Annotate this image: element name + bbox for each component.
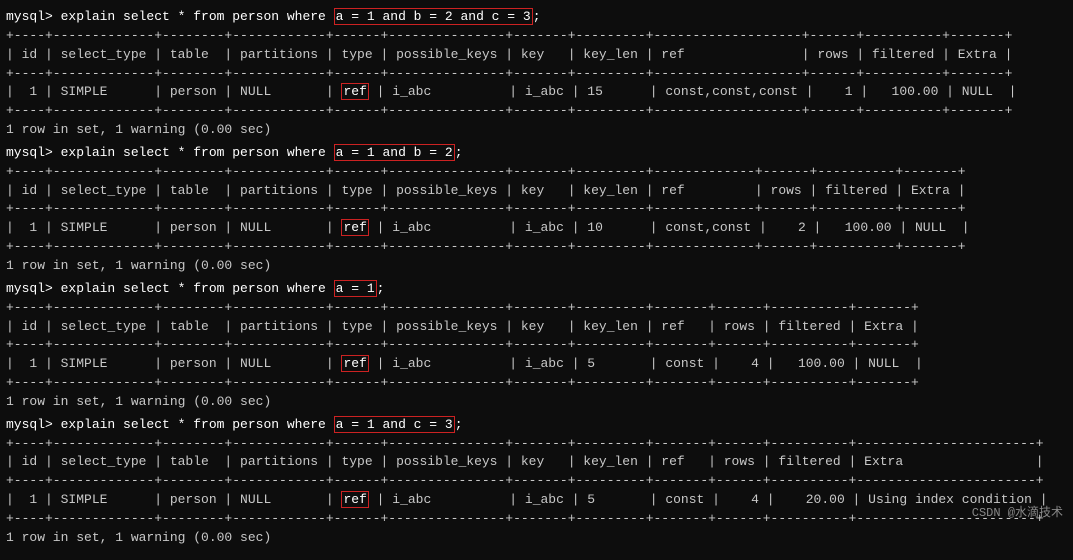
- prompt-text-2: mysql> explain select * from person wher…: [6, 145, 334, 160]
- row-post-4: | i_abc | i_abc | 5 | const | 4 | 20.00 …: [369, 492, 1048, 507]
- header-2: | id | select_type | table | partitions …: [6, 182, 1067, 201]
- row-post-3: | i_abc | i_abc | 5 | const | 4 | 100.00…: [369, 356, 923, 371]
- prompt-line-1: mysql> explain select * from person wher…: [6, 8, 1067, 27]
- highlight-condition-1: a = 1 and b = 2 and c = 3: [334, 8, 533, 25]
- result-4: 1 row in set, 1 warning (0.00 sec): [6, 529, 1067, 548]
- ref-2: ref: [341, 219, 368, 236]
- row-pre-3: | 1 | SIMPLE | person | NULL |: [6, 356, 341, 371]
- query-block-2: mysql> explain select * from person wher…: [6, 144, 1067, 276]
- highlight-condition-3: a = 1: [334, 280, 377, 297]
- prompt-end-4: ;: [455, 417, 463, 432]
- result-1: 1 row in set, 1 warning (0.00 sec): [6, 121, 1067, 140]
- row-post-1: | i_abc | i_abc | 15 | const,const,const…: [369, 84, 1017, 99]
- ref-3: ref: [341, 355, 368, 372]
- prompt-end-2: ;: [455, 145, 463, 160]
- row-pre-2: | 1 | SIMPLE | person | NULL |: [6, 220, 341, 235]
- row-pre-1: | 1 | SIMPLE | person | NULL |: [6, 84, 341, 99]
- highlight-condition-4: a = 1 and c = 3: [334, 416, 455, 433]
- prompt-end-1: ;: [533, 9, 541, 24]
- divider-top-1: +----+-------------+--------+-----------…: [6, 27, 1067, 46]
- divider-bot-3: +----+-------------+--------+-----------…: [6, 374, 1067, 393]
- result-3: 1 row in set, 1 warning (0.00 sec): [6, 393, 1067, 412]
- divider-bot-1: +----+-------------+--------+-----------…: [6, 102, 1067, 121]
- header-4: | id | select_type | table | partitions …: [6, 453, 1067, 472]
- query-block-4: mysql> explain select * from person wher…: [6, 416, 1067, 548]
- query-block-3: mysql> explain select * from person wher…: [6, 280, 1067, 412]
- divider-top-3: +----+-------------+--------+-----------…: [6, 299, 1067, 318]
- divider-bot-2: +----+-------------+--------+-----------…: [6, 238, 1067, 257]
- prompt-line-4: mysql> explain select * from person wher…: [6, 416, 1067, 435]
- ref-4: ref: [341, 491, 368, 508]
- divider-bot-4: +----+-------------+--------+-----------…: [6, 510, 1067, 529]
- row-1: | 1 | SIMPLE | person | NULL | ref | i_a…: [6, 83, 1067, 102]
- row-post-2: | i_abc | i_abc | 10 | const,const | 2 |…: [369, 220, 970, 235]
- header-3: | id | select_type | table | partitions …: [6, 318, 1067, 337]
- row-3: | 1 | SIMPLE | person | NULL | ref | i_a…: [6, 355, 1067, 374]
- query-block-1: mysql> explain select * from person wher…: [6, 8, 1067, 140]
- prompt-text-1: mysql> explain select * from person wher…: [6, 9, 334, 24]
- divider-mid-1: +----+-------------+--------+-----------…: [6, 65, 1067, 84]
- divider-mid-2: +----+-------------+--------+-----------…: [6, 200, 1067, 219]
- prompt-end-3: ;: [377, 281, 385, 296]
- prompt-text-4: mysql> explain select * from person wher…: [6, 417, 334, 432]
- row-4: | 1 | SIMPLE | person | NULL | ref | i_a…: [6, 491, 1067, 510]
- divider-top-2: +----+-------------+--------+-----------…: [6, 163, 1067, 182]
- row-2: | 1 | SIMPLE | person | NULL | ref | i_a…: [6, 219, 1067, 238]
- watermark: CSDN @水滴技术: [972, 505, 1063, 522]
- header-1: | id | select_type | table | partitions …: [6, 46, 1067, 65]
- prompt-text-3: mysql> explain select * from person wher…: [6, 281, 334, 296]
- prompt-line-3: mysql> explain select * from person wher…: [6, 280, 1067, 299]
- result-2: 1 row in set, 1 warning (0.00 sec): [6, 257, 1067, 276]
- highlight-condition-2: a = 1 and b = 2: [334, 144, 455, 161]
- prompt-line-2: mysql> explain select * from person wher…: [6, 144, 1067, 163]
- ref-1: ref: [341, 83, 368, 100]
- divider-top-4: +----+-------------+--------+-----------…: [6, 435, 1067, 454]
- divider-mid-3: +----+-------------+--------+-----------…: [6, 336, 1067, 355]
- divider-mid-4: +----+-------------+--------+-----------…: [6, 472, 1067, 491]
- terminal: mysql> explain select * from person wher…: [6, 8, 1067, 548]
- row-pre-4: | 1 | SIMPLE | person | NULL |: [6, 492, 341, 507]
